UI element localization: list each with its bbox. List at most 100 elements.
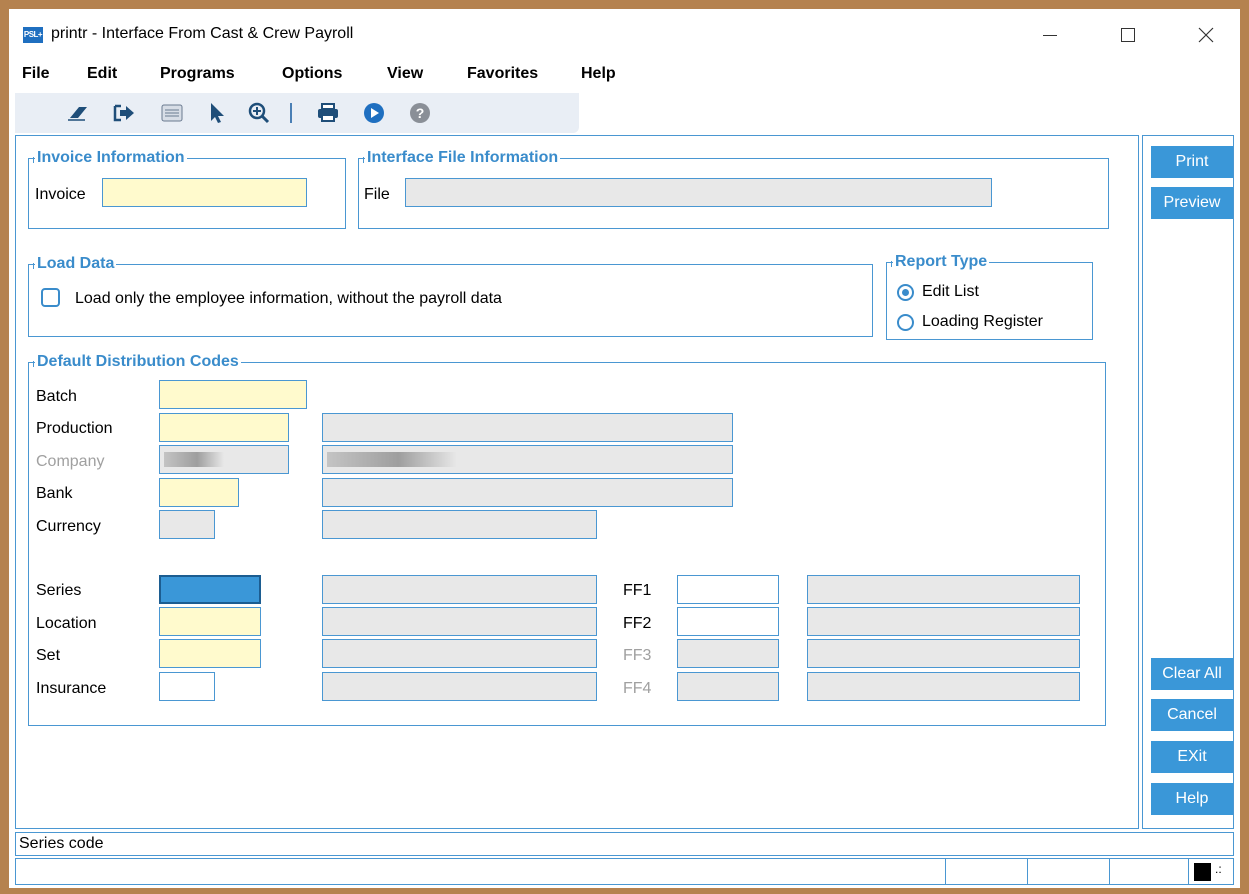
close-icon — [1198, 27, 1214, 43]
ff3-description — [807, 639, 1080, 668]
status-message: Series code — [19, 835, 104, 852]
file-path-field[interactable] — [405, 178, 992, 207]
zoom-in-icon[interactable] — [247, 101, 271, 125]
ff2-label: FF2 — [623, 615, 652, 632]
list-icon[interactable] — [160, 101, 184, 125]
menu-edit[interactable]: Edit — [87, 65, 117, 83]
series-input[interactable] — [159, 575, 261, 604]
series-label: Series — [36, 582, 82, 599]
status-cell — [1188, 858, 1189, 885]
insurance-input[interactable] — [159, 672, 215, 701]
currency-label: Currency — [36, 518, 101, 535]
currency-input[interactable] — [159, 510, 215, 539]
ff1-label: FF1 — [623, 582, 652, 599]
redacted-value — [164, 452, 224, 467]
maximize-icon — [1121, 28, 1135, 42]
company-label: Company — [36, 453, 105, 470]
status-indicator — [1194, 863, 1211, 881]
group-title: Invoice Information — [33, 148, 187, 168]
bank-input[interactable] — [159, 478, 239, 507]
exit-arrow-icon[interactable] — [112, 101, 136, 125]
run-icon[interactable] — [362, 101, 386, 125]
production-label: Production — [36, 420, 113, 437]
location-input[interactable] — [159, 607, 261, 636]
minimize-icon — [1043, 34, 1057, 36]
help-button[interactable]: Help — [1151, 783, 1233, 815]
ff3-input — [677, 639, 779, 668]
ff4-label: FF4 — [623, 680, 652, 697]
toolbar: ? — [15, 93, 579, 133]
loading-register-label[interactable]: Loading Register — [922, 312, 1043, 332]
set-label: Set — [36, 647, 61, 664]
action-button-panel: Print Preview Clear All Cancel EXit Help — [1142, 135, 1234, 829]
title-bar: PSL+ printr - Interface From Cast & Crew… — [9, 9, 1240, 61]
menu-help[interactable]: Help — [581, 65, 616, 83]
edit-list-label[interactable]: Edit List — [922, 282, 979, 302]
file-label: File — [364, 186, 390, 203]
group-title: Interface File Information — [362, 148, 561, 168]
insurance-label: Insurance — [36, 680, 107, 697]
load-employee-only-checkbox[interactable] — [41, 288, 60, 307]
load-data-group: Load Data Load only the employee informa… — [28, 254, 873, 337]
cancel-button[interactable]: Cancel — [1151, 699, 1233, 731]
interface-file-information-group: Interface File Information File — [358, 148, 1109, 229]
invoice-information-group: Invoice Information Invoice — [28, 148, 346, 229]
ff1-description — [807, 575, 1080, 604]
maximize-button[interactable] — [1105, 17, 1151, 53]
ff2-input[interactable] — [677, 607, 779, 636]
preview-button[interactable]: Preview — [1151, 187, 1233, 219]
ff4-description — [807, 672, 1080, 701]
bank-description — [322, 478, 733, 507]
series-description — [322, 575, 597, 604]
redacted-value — [327, 452, 457, 467]
ff3-label: FF3 — [623, 647, 652, 664]
menu-favorites[interactable]: Favorites — [467, 65, 538, 83]
company-input — [159, 445, 289, 474]
set-input[interactable] — [159, 639, 261, 668]
minimize-button[interactable] — [1027, 17, 1073, 53]
exit-button[interactable]: EXit — [1151, 741, 1233, 773]
eraser-icon[interactable] — [66, 101, 90, 125]
location-label: Location — [36, 615, 97, 632]
invoice-label: Invoice — [35, 186, 86, 203]
ff2-description — [807, 607, 1080, 636]
svg-text:?: ? — [416, 105, 425, 121]
window-title: printr - Interface From Cast & Crew Payr… — [51, 25, 354, 42]
report-type-group: Report Type Edit List Loading Register — [886, 252, 1093, 340]
menu-file[interactable]: File — [22, 65, 50, 83]
group-title: Report Type — [890, 252, 990, 272]
batch-input[interactable] — [159, 380, 307, 409]
group-title: Load Data — [32, 254, 117, 274]
production-input[interactable] — [159, 413, 289, 442]
pointer-icon[interactable] — [205, 101, 229, 125]
production-description — [322, 413, 733, 442]
close-button[interactable] — [1183, 17, 1229, 53]
loading-register-radio[interactable] — [897, 314, 914, 331]
invoice-input[interactable] — [102, 178, 307, 207]
status-message-bar: Series code — [15, 832, 1234, 856]
menu-bar: File Edit Programs Options View Favorite… — [9, 65, 1240, 87]
status-cell — [1109, 858, 1110, 885]
application-window: PSL+ printr - Interface From Cast & Crew… — [9, 9, 1240, 888]
set-description — [322, 639, 597, 668]
toolbar-separator — [290, 103, 292, 123]
ff4-input — [677, 672, 779, 701]
company-description — [322, 445, 733, 474]
resize-grip-icon[interactable]: .: — [1215, 862, 1222, 876]
insurance-description — [322, 672, 597, 701]
bank-label: Bank — [36, 485, 73, 502]
menu-options[interactable]: Options — [282, 65, 342, 83]
ff1-input[interactable] — [677, 575, 779, 604]
group-title: Default Distribution Codes — [33, 352, 241, 372]
app-logo-icon: PSL+ — [23, 27, 43, 43]
help-icon[interactable]: ? — [408, 101, 432, 125]
status-cell — [945, 858, 946, 885]
print-button[interactable]: Print — [1151, 146, 1233, 178]
menu-view[interactable]: View — [387, 65, 423, 83]
status-panels-bar: .: — [15, 858, 1234, 885]
clear-all-button[interactable]: Clear All — [1151, 658, 1233, 690]
edit-list-radio[interactable] — [897, 284, 914, 301]
print-icon[interactable] — [316, 101, 340, 125]
load-employee-only-label[interactable]: Load only the employee information, with… — [75, 289, 502, 309]
menu-programs[interactable]: Programs — [160, 65, 235, 83]
